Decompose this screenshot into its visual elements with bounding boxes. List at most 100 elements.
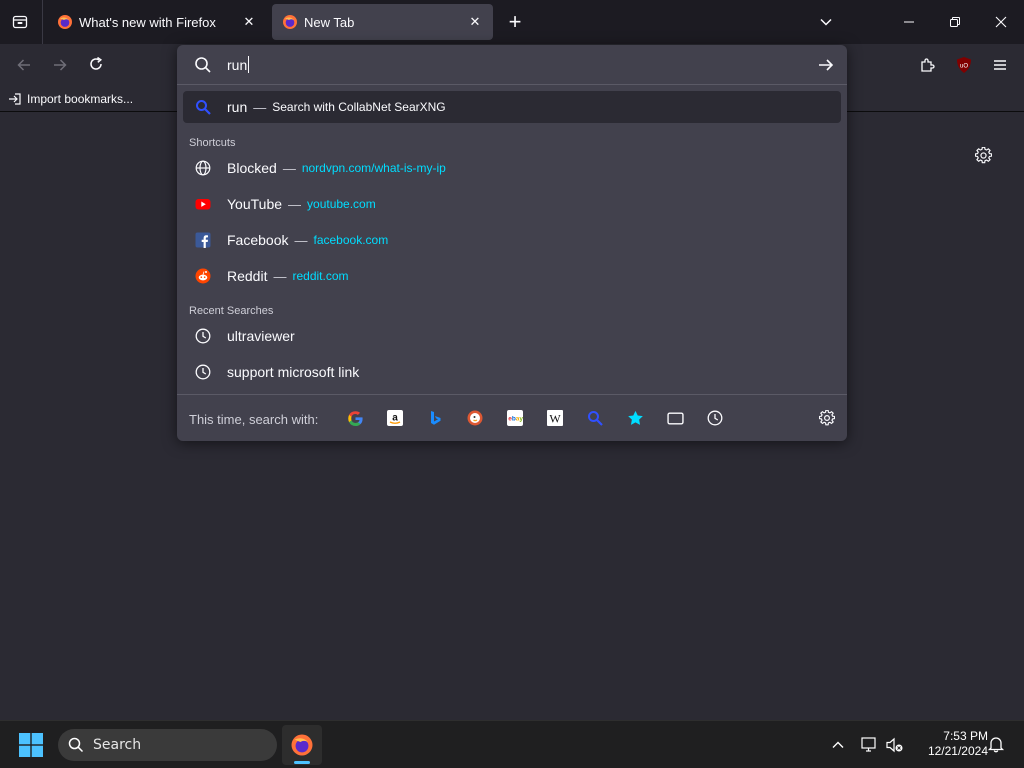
active-app-indicator xyxy=(294,761,310,764)
minimize-icon xyxy=(904,21,914,23)
svg-text:a: a xyxy=(392,413,398,424)
taskbar-firefox-button[interactable] xyxy=(282,725,322,765)
network-icon xyxy=(861,737,876,752)
volume-button[interactable] xyxy=(885,736,905,754)
searxng-icon xyxy=(194,98,212,116)
tab-label: New Tab xyxy=(304,14,355,30)
notifications-button[interactable] xyxy=(987,735,1007,755)
close-window-button[interactable] xyxy=(978,0,1024,44)
svg-text:W: W xyxy=(549,412,561,426)
separator: — xyxy=(282,160,296,176)
shortcut-url: nordvpn.com/what-is-my-ip xyxy=(301,161,446,175)
shortcut-row-blocked[interactable]: Blocked — nordvpn.com/what-is-my-ip xyxy=(183,152,841,184)
duckduckgo-icon[interactable] xyxy=(466,409,484,427)
bing-icon[interactable] xyxy=(426,409,444,427)
reload-button[interactable] xyxy=(80,48,112,80)
search-icon xyxy=(194,56,212,74)
minimize-button[interactable] xyxy=(886,0,932,44)
hamburger-menu-icon xyxy=(994,60,1006,70)
search-term: run xyxy=(227,99,248,115)
search-suggestion-row[interactable]: run — Search with CollabNet SearXNG xyxy=(183,91,841,123)
tab-whats-new[interactable]: What's new with Firefox ✕ xyxy=(47,4,267,40)
tab-strip: What's new with Firefox ✕ New Tab ✕ + xyxy=(0,0,1024,44)
wikipedia-icon[interactable]: W xyxy=(546,409,564,427)
urlbar-query: run xyxy=(227,57,248,73)
history-icon xyxy=(194,327,212,345)
facebook-icon xyxy=(194,231,212,249)
shortcut-title: Reddit xyxy=(227,268,268,284)
shortcut-title: Facebook xyxy=(227,232,289,248)
windows-logo-icon xyxy=(19,733,43,757)
shortcut-row-facebook[interactable]: Facebook — facebook.com xyxy=(183,224,841,256)
clock-time: 7:53 PM xyxy=(943,729,988,743)
shortcut-url: youtube.com xyxy=(307,197,376,211)
ublock-origin-button[interactable]: uO xyxy=(948,49,980,81)
tab-new-tab[interactable]: New Tab ✕ xyxy=(272,4,493,40)
history-icon[interactable] xyxy=(706,409,724,427)
import-icon xyxy=(9,93,21,105)
shortcut-row-youtube[interactable]: YouTube — youtube.com xyxy=(183,188,841,220)
search-settings-button[interactable] xyxy=(818,409,836,427)
taskbar-search-box[interactable]: Search xyxy=(58,729,277,761)
google-icon[interactable] xyxy=(346,409,364,427)
svg-text:uO: uO xyxy=(960,64,968,70)
ebay-icon[interactable]: ebay xyxy=(506,409,524,427)
shortcut-row-reddit[interactable]: Reddit — reddit.com xyxy=(183,260,841,292)
tabs-icon[interactable] xyxy=(666,409,684,427)
urlbar-input[interactable]: run xyxy=(227,56,250,73)
app-menu-button[interactable] xyxy=(984,49,1016,81)
new-tab-button[interactable]: + xyxy=(500,7,530,37)
text-caret xyxy=(248,56,250,73)
taskbar-clock[interactable]: 7:53 PM 12/21/2024 xyxy=(912,729,988,759)
firefox-view-icon xyxy=(12,15,28,29)
history-icon xyxy=(194,363,212,381)
youtube-icon xyxy=(194,195,212,213)
separator: — xyxy=(294,232,308,248)
searxng-icon[interactable] xyxy=(586,409,604,427)
recent-search-row[interactable]: ultraviewer xyxy=(183,320,841,352)
extensions-button[interactable] xyxy=(912,49,944,81)
start-button[interactable] xyxy=(16,731,46,759)
tab-label: What's new with Firefox xyxy=(79,14,216,30)
forward-arrow-icon xyxy=(54,59,67,71)
go-arrow-icon xyxy=(819,59,834,71)
one-off-label: This time, search with: xyxy=(189,412,319,427)
network-button[interactable] xyxy=(860,736,880,754)
search-icon xyxy=(68,737,84,753)
shortcut-title: Blocked xyxy=(227,160,277,176)
clock-date: 12/21/2024 xyxy=(927,744,988,758)
close-tab-icon[interactable]: ✕ xyxy=(237,10,261,34)
import-bookmarks-button[interactable]: Import bookmarks... xyxy=(8,90,133,108)
urlbar-input-row: run xyxy=(177,45,847,85)
recent-searches-group-label: Recent Searches xyxy=(189,305,274,317)
recent-search-row[interactable]: support microsoft link xyxy=(183,356,841,388)
svg-text:ebay: ebay xyxy=(508,416,523,423)
separator: — xyxy=(288,196,302,212)
recent-search-text: support microsoft link xyxy=(227,364,360,380)
amazon-icon[interactable]: a xyxy=(386,409,404,427)
forward-button[interactable] xyxy=(44,49,76,81)
customize-new-tab-button[interactable] xyxy=(970,142,996,168)
show-hidden-icons-button[interactable] xyxy=(829,736,847,754)
shortcut-url: facebook.com xyxy=(313,233,389,247)
back-button[interactable] xyxy=(8,49,40,81)
firefox-icon xyxy=(291,734,313,756)
go-button[interactable] xyxy=(817,56,835,74)
chevron-up-icon xyxy=(832,741,844,748)
bookmarks-icon[interactable] xyxy=(626,409,644,427)
shortcut-url: reddit.com xyxy=(292,269,349,283)
restore-button[interactable] xyxy=(932,0,978,44)
firefox-favicon-icon xyxy=(58,15,72,29)
urlbar-popup: run run — Search with CollabNet SearXNG … xyxy=(177,45,847,441)
close-tab-icon[interactable]: ✕ xyxy=(463,10,487,34)
bell-icon xyxy=(987,737,1005,753)
list-all-tabs-button[interactable] xyxy=(812,8,840,36)
firefox-view-button[interactable] xyxy=(4,6,36,38)
one-off-search-bar: This time, search with: a ebay W xyxy=(177,394,847,441)
search-action-label: Search with CollabNet SearXNG xyxy=(272,100,446,114)
firefox-favicon-icon xyxy=(283,15,297,29)
reload-icon xyxy=(90,56,103,70)
back-arrow-icon xyxy=(17,59,30,71)
tab-divider xyxy=(42,0,43,44)
taskbar-search-label: Search xyxy=(93,737,142,753)
